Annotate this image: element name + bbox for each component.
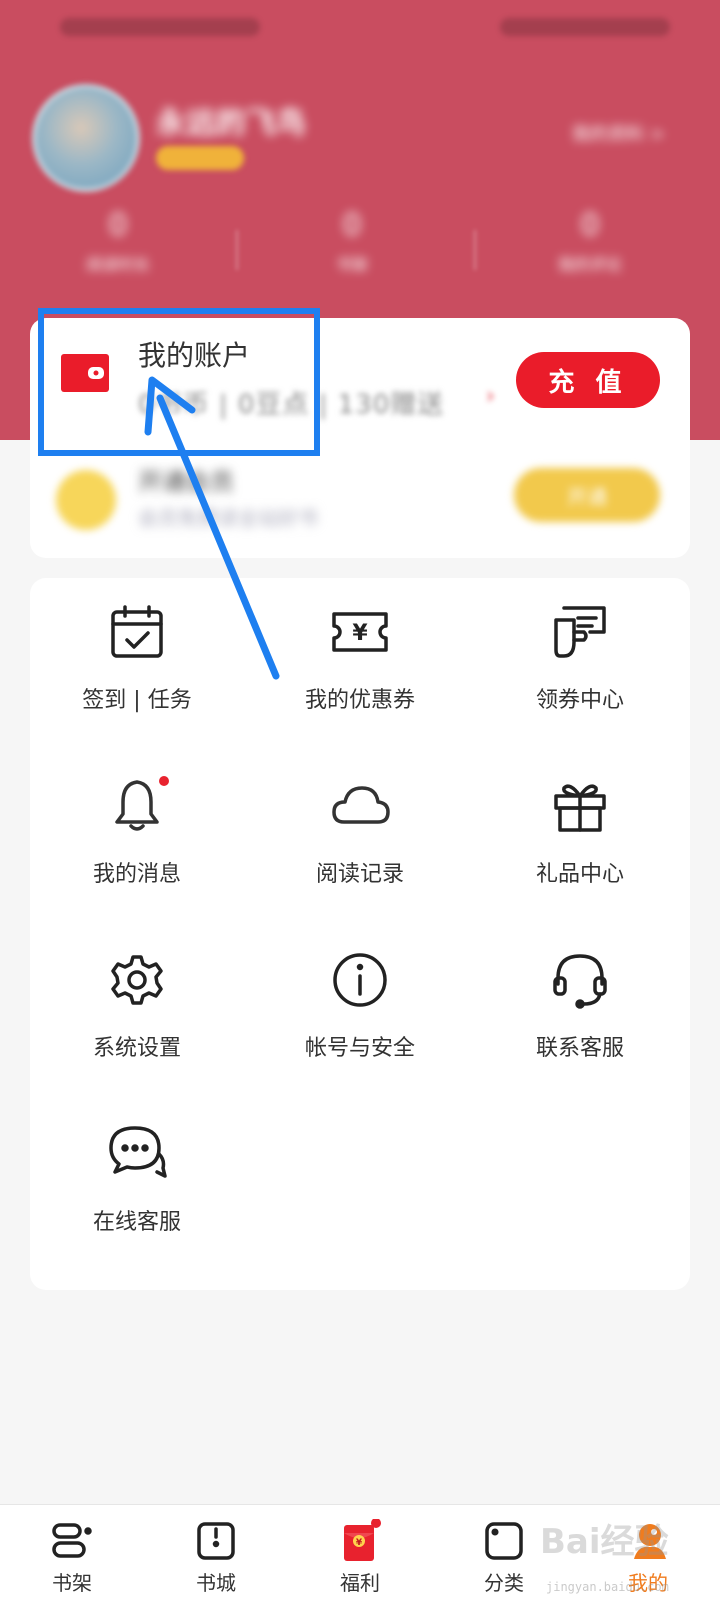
nav-label: 书城 (196, 1571, 236, 1595)
nav-welfare[interactable]: ¥ 福利 (288, 1505, 432, 1601)
arrow-annotation (144, 376, 280, 680)
nav-bookshelf[interactable]: 书架 (0, 1505, 144, 1601)
svg-text:¥: ¥ (356, 1538, 363, 1548)
nav-label: 书架 (52, 1571, 92, 1595)
category-icon (485, 1522, 523, 1560)
nav-bookstore[interactable]: 书城 (144, 1505, 288, 1601)
bookstore-icon (197, 1522, 235, 1560)
red-envelope-icon: ¥ (344, 1519, 381, 1561)
bookshelf-icon (52, 1523, 92, 1558)
nav-label: 福利 (340, 1571, 380, 1595)
watermark: Bai经验 (540, 1522, 669, 1562)
watermark-url: jingyan.baidu.com (546, 1580, 669, 1594)
